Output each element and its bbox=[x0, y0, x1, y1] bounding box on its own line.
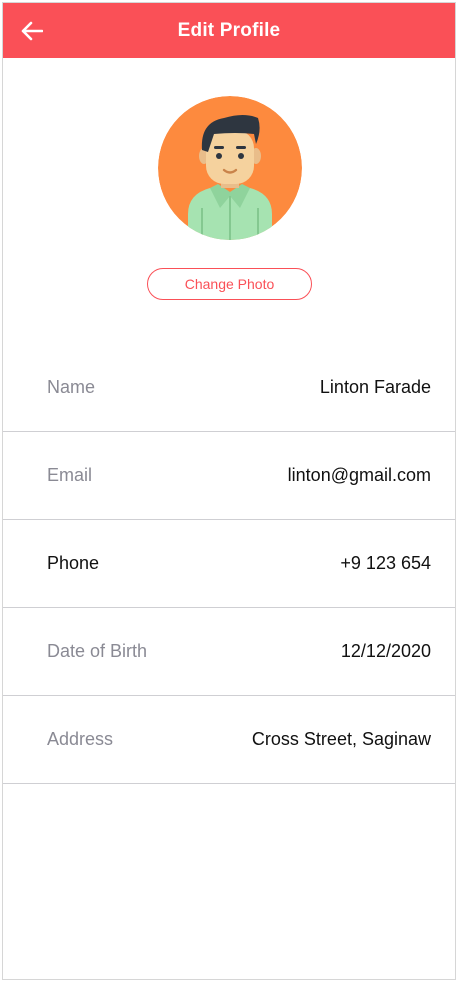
field-label: Date of Birth bbox=[47, 641, 148, 661]
phone-field-row[interactable]: Phone +9 123 654 bbox=[3, 520, 455, 608]
change-photo-button[interactable]: Change Photo bbox=[147, 268, 312, 300]
avatar bbox=[158, 96, 302, 240]
field-value: linton@gmail.com bbox=[287, 465, 431, 485]
field-value: Cross Street, Saginaw bbox=[251, 729, 431, 749]
app-header: Edit Profile bbox=[3, 3, 455, 58]
field-label: Email bbox=[47, 465, 93, 485]
field-label: Name bbox=[47, 377, 96, 397]
field-value: +9 123 654 bbox=[340, 553, 431, 573]
edit-profile-screen: Edit Profile Change Photo Name Linton Fa… bbox=[2, 2, 456, 980]
field-value: Linton Farade bbox=[319, 377, 431, 397]
name-field-row[interactable]: Name Linton Farade bbox=[3, 344, 455, 432]
address-field-row[interactable]: Address Cross Street, Saginaw bbox=[3, 696, 455, 784]
field-label: Address bbox=[47, 729, 114, 749]
field-value: 12/12/2020 bbox=[340, 641, 431, 661]
profile-fields: Name Linton Farade Email linton@gmail.co… bbox=[3, 344, 455, 784]
field-label: Phone bbox=[47, 553, 100, 573]
email-field-row[interactable]: Email linton@gmail.com bbox=[3, 432, 455, 520]
date-of-birth-field-row[interactable]: Date of Birth 12/12/2020 bbox=[3, 608, 455, 696]
male-avatar-icon bbox=[158, 96, 302, 240]
back-button[interactable] bbox=[19, 18, 45, 44]
page-title: Edit Profile bbox=[177, 19, 281, 41]
arrow-left-icon bbox=[21, 21, 43, 41]
